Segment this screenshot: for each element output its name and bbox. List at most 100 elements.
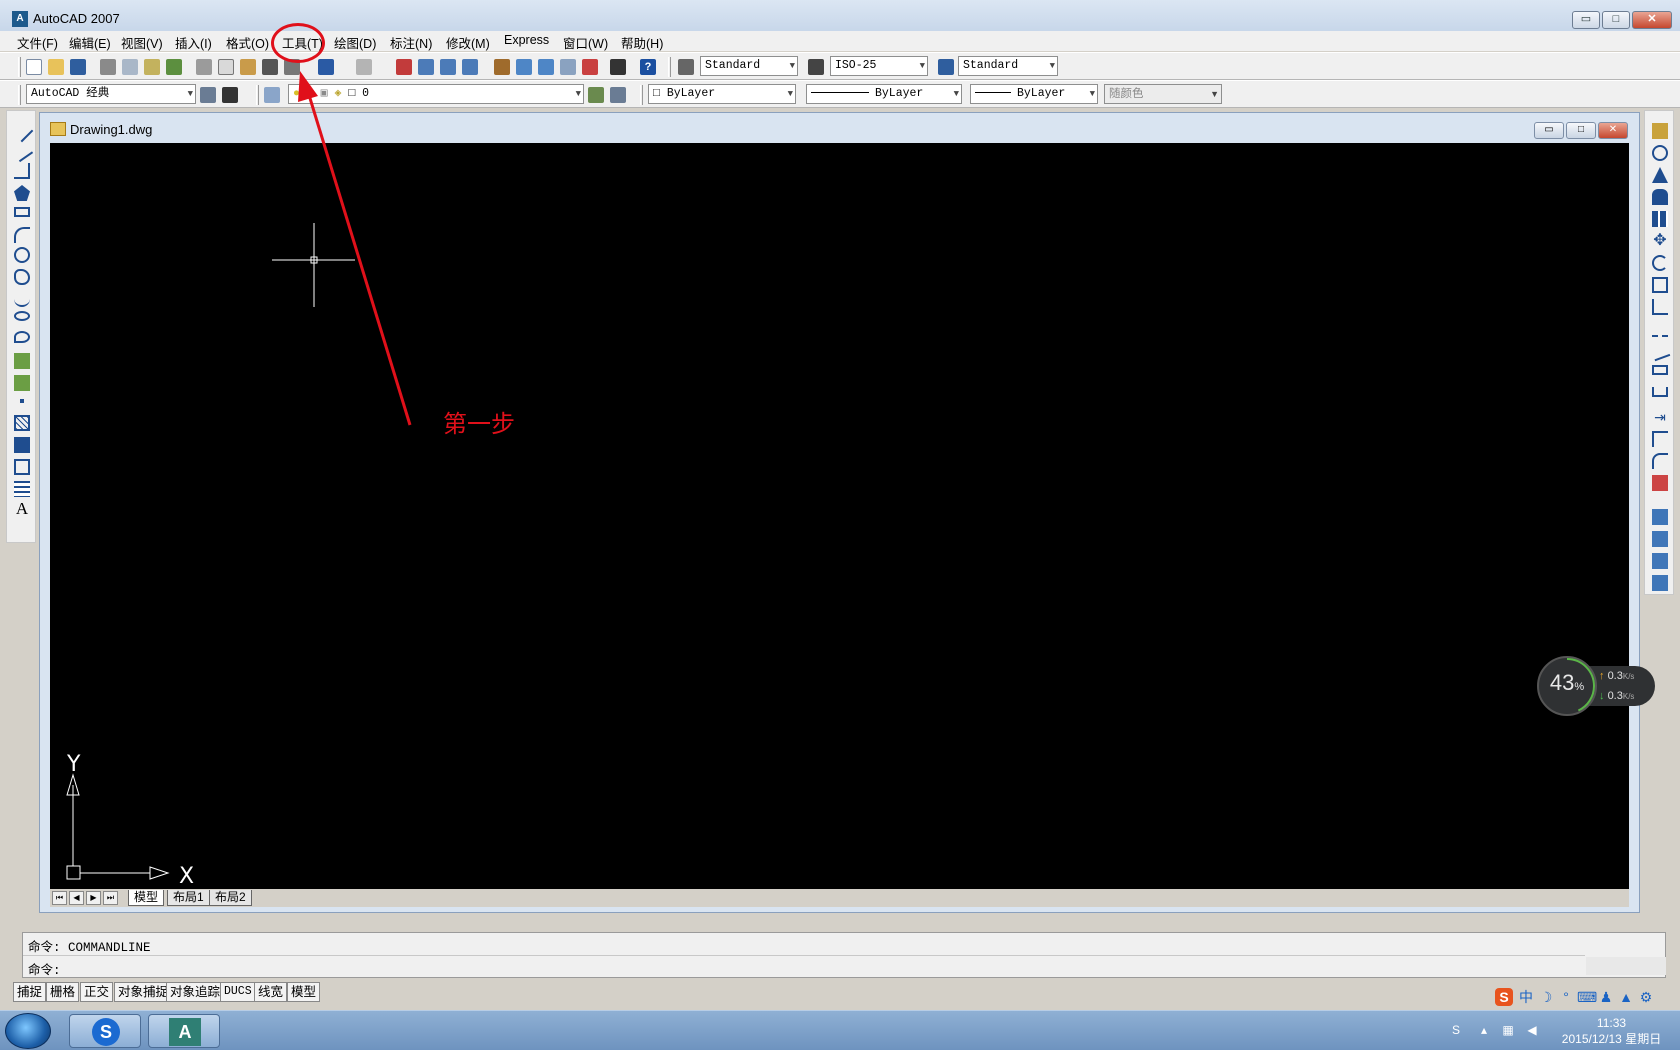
draw-order-front-icon[interactable] <box>1652 509 1668 525</box>
table-style-select[interactable]: Standard ▼ <box>958 56 1058 76</box>
autocad-app-icon[interactable]: A <box>12 11 28 27</box>
command-prompt[interactable]: 命令: <box>28 959 61 978</box>
explode-icon[interactable] <box>1652 475 1668 491</box>
start-button[interactable] <box>5 1013 51 1049</box>
cut-icon[interactable] <box>196 59 212 75</box>
network-icon[interactable]: ▦ <box>1500 1023 1516 1039</box>
tab-layout1[interactable]: 布局1 <box>167 890 210 906</box>
last-tab-button[interactable]: ⏭ <box>103 891 118 905</box>
menu-file[interactable]: 文件(F) <box>17 33 58 52</box>
dim-style-select[interactable]: ISO-25 ▼ <box>830 56 928 76</box>
offset-icon[interactable] <box>1652 189 1668 205</box>
draw-order-above-icon[interactable] <box>1652 553 1668 569</box>
rectangle-icon[interactable] <box>14 207 30 217</box>
menu-view[interactable]: 视图(V) <box>121 33 163 52</box>
hatch-icon[interactable] <box>14 415 30 431</box>
array-icon[interactable] <box>1652 211 1668 227</box>
mirror-icon[interactable] <box>1652 167 1668 183</box>
match-properties-icon[interactable] <box>262 59 278 75</box>
revision-cloud-icon[interactable] <box>14 269 30 285</box>
zoom-window-icon[interactable] <box>440 59 456 75</box>
ime-language-indicator[interactable]: 中 <box>1517 988 1535 1006</box>
menu-edit[interactable]: 编辑(E) <box>69 33 111 52</box>
keyboard-icon[interactable]: ⌨ <box>1577 988 1597 1006</box>
markup-icon[interactable] <box>582 59 598 75</box>
text-style-icon[interactable] <box>678 59 694 75</box>
arc-icon[interactable] <box>14 227 30 243</box>
calculator-icon[interactable] <box>610 59 626 75</box>
trim-icon[interactable] <box>1652 321 1668 337</box>
menu-format[interactable]: 格式(O) <box>226 33 269 52</box>
region-icon[interactable] <box>14 459 30 475</box>
snap-toggle[interactable]: 捕捉 <box>13 982 47 1002</box>
first-tab-button[interactable]: ⏮ <box>52 891 67 905</box>
moon-icon[interactable]: ☽ <box>1537 988 1555 1006</box>
previous-tab-button[interactable]: ◀ <box>69 891 84 905</box>
toolbar-grip[interactable] <box>640 85 643 105</box>
construction-line-icon[interactable] <box>10 139 34 163</box>
rotate-icon[interactable] <box>1652 255 1668 271</box>
menu-express[interactable]: Express <box>504 33 549 47</box>
command-window[interactable]: 命令: COMMANDLINE 命令: <box>22 932 1666 978</box>
copy-object-icon[interactable] <box>1652 145 1668 161</box>
fillet-icon[interactable] <box>1652 453 1668 469</box>
linetype-select[interactable]: ByLayer ▼ <box>806 84 962 104</box>
skin-icon[interactable]: ▲ <box>1617 988 1635 1006</box>
make-block-icon[interactable] <box>14 375 30 391</box>
menu-draw[interactable]: 绘图(D) <box>334 33 376 52</box>
wrench-icon[interactable]: ⚙ <box>1637 988 1655 1006</box>
system-clock[interactable]: 11:33 2015/12/13 星期日 <box>1549 1015 1674 1047</box>
zoom-previous-icon[interactable] <box>462 59 478 75</box>
scale-icon[interactable] <box>1652 277 1668 293</box>
pan-icon[interactable] <box>396 59 412 75</box>
toolbar-grip[interactable] <box>256 85 259 105</box>
stretch-icon[interactable] <box>1652 299 1668 315</box>
plot-preview-icon[interactable] <box>122 59 138 75</box>
menu-help[interactable]: 帮助(H) <box>621 33 663 52</box>
break-at-point-icon[interactable] <box>1652 365 1668 375</box>
join-icon[interactable]: ⇥ <box>1652 409 1668 425</box>
network-speed-widget[interactable]: ↑ 0.3K/s ↓ 0.3K/s 43% <box>1537 656 1657 716</box>
lineweight-select[interactable]: ByLayer ▼ <box>970 84 1098 104</box>
publish-icon[interactable] <box>144 59 160 75</box>
line-icon[interactable] <box>10 119 34 143</box>
insert-block-icon[interactable] <box>14 353 30 369</box>
lineweight-toggle[interactable]: 线宽 <box>254 982 288 1002</box>
taskbar-autocad-button[interactable]: A <box>148 1014 220 1048</box>
document-icon[interactable] <box>50 122 66 136</box>
undo-icon[interactable] <box>318 59 334 75</box>
punctuation-icon[interactable]: ° <box>1557 988 1575 1006</box>
dim-style-icon[interactable] <box>808 59 824 75</box>
make-object-layer-current-icon[interactable] <box>588 87 604 103</box>
tab-layout2[interactable]: 布局2 <box>209 890 252 906</box>
multiline-text-icon[interactable]: A <box>14 500 30 517</box>
extend-icon[interactable] <box>1649 340 1671 362</box>
move-icon[interactable]: ✥ <box>1652 233 1668 249</box>
open-file-icon[interactable] <box>48 59 64 75</box>
menu-insert[interactable]: 插入(I) <box>175 33 212 52</box>
sogou-logo-icon[interactable]: S <box>1495 988 1513 1006</box>
grid-toggle[interactable]: 栅格 <box>46 982 80 1002</box>
chamfer-icon[interactable] <box>1652 431 1668 447</box>
toolbar-grip[interactable] <box>18 85 21 105</box>
gradient-icon[interactable] <box>14 437 30 453</box>
ellipse-icon[interactable] <box>14 311 30 321</box>
sogou-tray-icon[interactable]: S <box>1448 1023 1464 1039</box>
drawing-close-button[interactable]: ✕ <box>1598 122 1628 139</box>
layer-previous-icon[interactable] <box>610 87 626 103</box>
ortho-toggle[interactable]: 正交 <box>80 982 114 1002</box>
menu-window[interactable]: 窗口(W) <box>563 33 608 52</box>
sheet-set-icon[interactable] <box>560 59 576 75</box>
user-icon[interactable]: ♟ <box>1597 988 1615 1006</box>
save-icon[interactable] <box>70 59 86 75</box>
ellipse-arc-icon[interactable] <box>14 331 30 343</box>
layer-manager-icon[interactable] <box>264 87 280 103</box>
model-toggle[interactable]: 模型 <box>287 982 321 1002</box>
tool-palettes-icon[interactable] <box>538 59 554 75</box>
layer-select[interactable]: ● ☀ ▣ ◈ □ 0 ▼ <box>288 84 584 104</box>
color-select[interactable]: □ ByLayer ▼ <box>648 84 796 104</box>
drawing-minimize-button[interactable]: ▭ <box>1534 122 1564 139</box>
command-scrollbar[interactable] <box>1586 957 1666 975</box>
show-hidden-icons-icon[interactable]: ▴ <box>1476 1023 1492 1039</box>
zoom-realtime-icon[interactable] <box>418 59 434 75</box>
